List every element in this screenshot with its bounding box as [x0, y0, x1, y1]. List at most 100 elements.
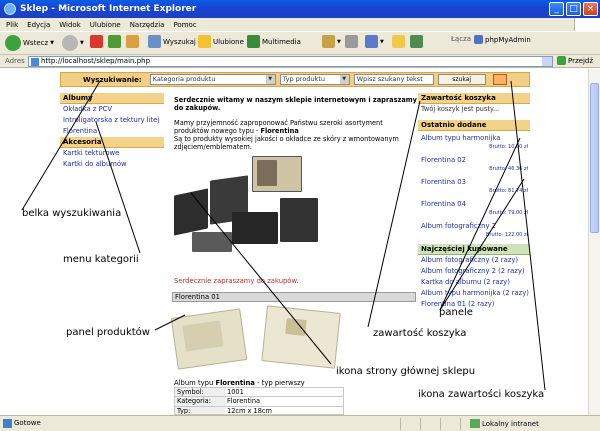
- address-dropdown[interactable]: [542, 57, 552, 66]
- forward-button[interactable]: ▼: [62, 35, 84, 51]
- search-input[interactable]: Wpisz szukany tekst: [353, 74, 434, 85]
- favorites-button[interactable]: Ulubione: [198, 35, 244, 48]
- list-item[interactable]: Florentina 04: [418, 199, 530, 210]
- search-label: Wyszukaj: [163, 37, 196, 46]
- window-title: Sklep - Microsoft Internet Explorer: [20, 4, 197, 14]
- annotation-search-bar: belka wyszukiwania: [22, 208, 122, 219]
- stop-button[interactable]: [90, 35, 103, 48]
- type-select[interactable]: Typ produktu ▼: [279, 74, 350, 85]
- list-item[interactable]: Album fotograficzny 2: [418, 221, 530, 232]
- multimedia-icon: [247, 35, 260, 48]
- cart-icon[interactable]: [492, 74, 507, 85]
- detail-key: Symbol:: [175, 388, 225, 396]
- go-label: Przejdź: [568, 56, 594, 65]
- search-submit-button[interactable]: szukaj: [437, 74, 486, 85]
- home-button[interactable]: [126, 35, 139, 48]
- search-bar: Wyszukiwanie: Kategoria produktu ▼ Typ p…: [60, 72, 530, 87]
- toolbar: Wstecz ▼ ▼ Wyszukaj Ulubione Multimedia …: [0, 31, 600, 55]
- intranet-icon: [470, 419, 480, 428]
- caption-suffix: - typ pierwszy: [257, 379, 305, 387]
- refresh-icon: [108, 35, 121, 48]
- minimize-button[interactable]: _: [549, 2, 564, 16]
- welcome-brand: Florentina: [260, 127, 299, 135]
- table-row: Typ: 12cm x 18cm: [174, 407, 344, 415]
- category-item[interactable]: Okładka z PCV: [60, 104, 164, 115]
- list-item[interactable]: Album fotograficzny 2 (2 razy): [418, 266, 530, 277]
- status-bar: Gotowe Lokalny intranet: [0, 415, 600, 431]
- multimedia-button[interactable]: Multimedia: [247, 35, 301, 48]
- detail-value: 12cm x 18cm: [227, 407, 272, 415]
- welcome-text-1: Mamy przyjemność zaproponować Państwu sz…: [174, 119, 418, 135]
- page-content: Wyszukiwanie: Kategoria produktu ▼ Typ p…: [0, 69, 600, 415]
- menu-favorites[interactable]: Ulubione: [90, 21, 121, 29]
- maximize-button[interactable]: □: [566, 2, 581, 16]
- category-select[interactable]: Kategoria produktu ▼: [149, 74, 276, 85]
- forward-arrow-icon: [62, 35, 78, 51]
- category-item[interactable]: Kartki tekturowe: [60, 148, 164, 159]
- star-icon: [198, 35, 211, 48]
- item-price: Brutto: 122.00 zł: [485, 232, 528, 238]
- menu-file[interactable]: Plik: [6, 21, 18, 29]
- category-item[interactable]: Kartki do albumów: [60, 159, 164, 170]
- edit-icon: [365, 35, 378, 48]
- recent-list: Album typu harmonijka Brutto: 10.00 zł F…: [418, 133, 530, 239]
- category-item[interactable]: Florentina: [60, 126, 164, 137]
- menu-view[interactable]: Widok: [59, 21, 81, 29]
- search-button[interactable]: Wyszukaj: [148, 35, 196, 48]
- product-title-bar[interactable]: Florentina 01: [172, 292, 416, 302]
- windows-logo-icon: [574, 18, 600, 31]
- menu-edit[interactable]: Edycja: [27, 21, 50, 29]
- folder-icon: [392, 35, 405, 48]
- phpmyadmin-label: phpMyAdmin: [485, 35, 531, 44]
- category-header-accessories: Akcesoria: [60, 137, 164, 148]
- refresh-button[interactable]: [108, 35, 121, 48]
- home-albums-image[interactable]: [172, 154, 322, 254]
- product-details-table: Symbol: 1001 Kategoria: Florentina Typ: …: [174, 387, 344, 415]
- phpmyadmin-link[interactable]: phpMyAdmin: [474, 35, 531, 44]
- status-text: Gotowe: [14, 419, 41, 427]
- list-item[interactable]: Florentina 02: [418, 155, 530, 166]
- page-icon: [31, 58, 39, 66]
- list-item[interactable]: Kartka do albumu (2 razy): [418, 277, 530, 288]
- messenger-button[interactable]: [410, 35, 423, 48]
- menu-bar: Plik Edycja Widok Ulubione Narzędzia Pom…: [0, 18, 600, 31]
- go-button[interactable]: Przejdź: [557, 56, 593, 65]
- messenger-icon: [410, 35, 423, 48]
- scrollbar-thumb[interactable]: [590, 83, 599, 233]
- folder-button[interactable]: [392, 35, 405, 48]
- print-button[interactable]: [345, 35, 358, 48]
- list-item[interactable]: Florentina 03: [418, 177, 530, 188]
- caption-brand: Florentina: [215, 379, 255, 387]
- detail-value: Florentina: [227, 397, 261, 405]
- vertical-scrollbar[interactable]: [588, 69, 600, 415]
- table-row: Symbol: 1001: [174, 387, 344, 397]
- category-item[interactable]: Introligatorska z tektury litej: [60, 115, 164, 126]
- address-label: Adres: [5, 57, 25, 65]
- back-button[interactable]: Wstecz ▼: [5, 35, 54, 51]
- category-select-value: Kategoria produktu: [152, 75, 216, 83]
- mail-button[interactable]: ▼: [322, 35, 341, 48]
- invite-text: Serdecznie zapraszamy do zakupów.: [174, 277, 299, 285]
- bestsellers-panel-header: Najczęściej kupowane: [418, 244, 530, 255]
- annotation-cart-icon: ikona zawartości koszyka: [418, 389, 545, 400]
- category-menu: Albumy Okładka z PCV Introligatorska z t…: [60, 93, 164, 170]
- product-image[interactable]: [170, 305, 344, 375]
- address-input[interactable]: http://localhost/sklep/main.php: [28, 56, 553, 67]
- close-button[interactable]: ×: [583, 2, 598, 16]
- list-item[interactable]: Florentina 01 (2 razy): [418, 299, 530, 310]
- list-item[interactable]: Album typu harmonijka: [418, 133, 530, 144]
- list-item[interactable]: Album typu harmonijka (2 razy): [418, 288, 530, 299]
- address-url: http://localhost/sklep/main.php: [41, 57, 151, 65]
- address-bar: Adres http://localhost/sklep/main.php Pr…: [0, 55, 600, 68]
- menu-tools[interactable]: Narzędzia: [130, 21, 165, 29]
- annotation-cart-content: zawartość koszyka: [373, 328, 467, 339]
- list-item[interactable]: Album fotograficzny (2 razy): [418, 255, 530, 266]
- item-price: Brutto: 46.36 zł: [489, 166, 528, 172]
- phpmyadmin-icon: [474, 35, 483, 44]
- menu-help[interactable]: Pomoc: [173, 21, 196, 29]
- mail-icon: [322, 35, 335, 48]
- detail-key: Typ:: [175, 407, 225, 414]
- welcome-title: Serdecznie witamy w naszym sklepie inter…: [174, 96, 417, 112]
- chevron-down-icon: ▼: [265, 75, 275, 84]
- edit-button[interactable]: ▼: [365, 35, 384, 48]
